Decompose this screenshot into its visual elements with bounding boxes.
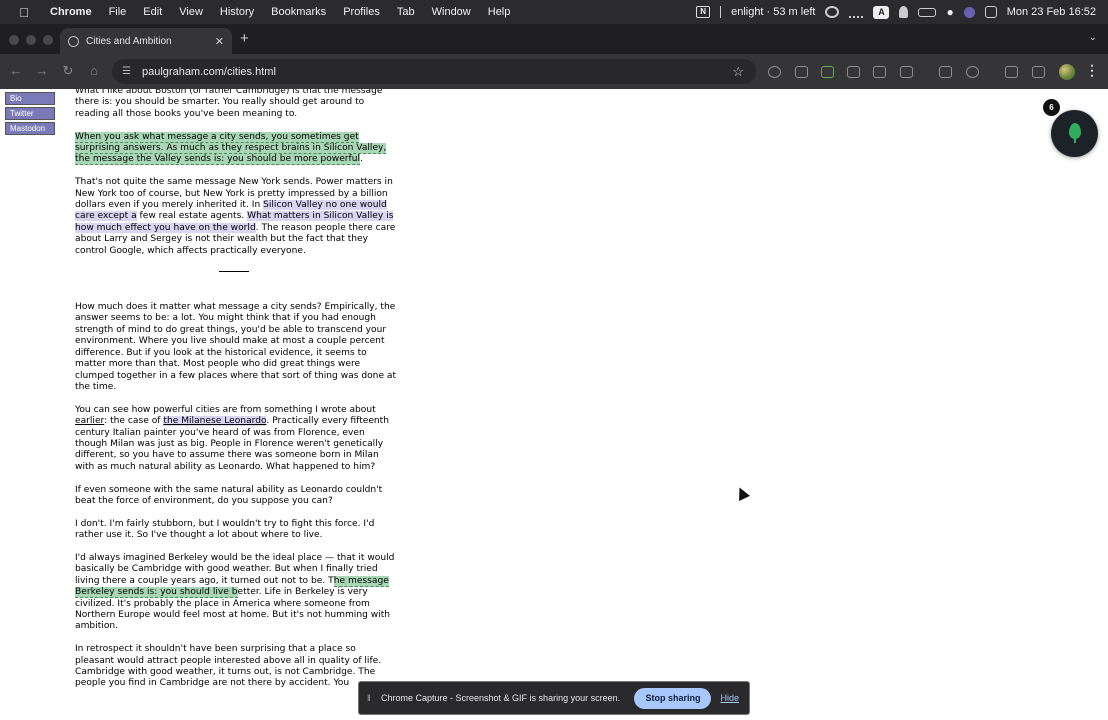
menu-app-chrome[interactable]: Chrome [50,6,92,18]
datetime[interactable]: Mon 23 Feb 16:52 [1007,6,1096,18]
drag-handle-icon[interactable]: ‖ [367,693,373,703]
notification-badge: 6 [1043,99,1060,116]
apple-icon[interactable]:  [16,5,32,20]
user-icon[interactable] [899,6,909,18]
download-icon[interactable] [1005,66,1018,78]
menu-file[interactable]: File [109,6,127,18]
close-window-button[interactable] [9,35,19,45]
menu-bar:  Chrome File Edit View History Bookmark… [0,0,1108,24]
extension-grid-icon[interactable] [795,66,808,78]
address-bar[interactable]: ☰ paulgraham.com/cities.html ☆ [112,59,756,84]
forward-button[interactable]: → [34,63,50,78]
sidebar-link-mastodon[interactable]: Mastodon [5,122,55,135]
tab-title: Cities and Ambition [86,35,172,47]
input-source-icon[interactable]: A [873,5,890,19]
map-pin-icon [1069,123,1081,143]
mouse-cursor-icon [734,485,750,501]
paragraph-text: You can see how powerful cities are from… [75,404,376,415]
menu-history[interactable]: History [220,6,254,18]
site-info-icon[interactable]: ☰ [122,66,134,77]
paragraph: When you ask what message a city sends, … [75,131,397,166]
menu-edit[interactable]: Edit [143,6,162,18]
link-milanese-leonardo[interactable]: the Milanese Leonardo [163,416,267,427]
menu-bookmarks[interactable]: Bookmarks [271,6,326,18]
sidebar-link-twitter[interactable]: Twitter [5,107,55,120]
paragraph: That's not quite the same message New Yo… [75,177,397,257]
tab-search-chevron-icon[interactable]: ⌄ [1089,32,1097,43]
tray-app-icon[interactable] [825,6,840,18]
display-icon[interactable] [849,6,864,18]
extension-capture-icon[interactable] [873,66,886,78]
paragraph: How much does it matter what message a c… [75,302,397,392]
home-button[interactable]: ⌂ [86,63,102,78]
section-divider [219,271,249,273]
article-body: What I like about Boston (or rather Camb… [75,89,397,701]
menu-window[interactable]: Window [432,6,471,18]
more-options-icon[interactable]: ⋮ [1085,62,1099,79]
hide-button[interactable]: Hide [720,693,739,703]
link-earlier[interactable]: earlier [75,416,104,426]
paragraph-text: few real estate agents. [136,211,248,222]
paragraph-text: . [360,154,363,165]
floating-extension-button[interactable] [1051,110,1098,157]
screen-sharing-bar: ‖ Chrome Capture - Screenshot & GIF is s… [358,681,750,715]
paragraph: You can see how powerful cities are from… [75,405,397,473]
sidebar-nav: Bio Twitter Mastodon [5,92,55,137]
status-text[interactable]: enlight · 53 m left [731,6,815,18]
paragraph: I'd always imagined Berkeley would be th… [75,553,397,633]
paragraph: What I like about Boston (or rather Camb… [75,89,383,119]
paragraph-text: : the case of [104,416,164,427]
extension-a-icon[interactable] [821,66,834,78]
battery-icon[interactable] [918,7,937,17]
menu-tab[interactable]: Tab [397,6,415,18]
control-center-icon[interactable] [984,6,997,18]
back-button[interactable]: ← [8,63,24,78]
extension-link-icon[interactable] [1032,66,1045,78]
profile-avatar[interactable] [1059,64,1075,80]
sharing-message: Chrome Capture - Screenshot & GIF is sha… [381,693,621,703]
extensions-puzzle-icon[interactable] [900,66,913,78]
wifi-icon[interactable]: ● [946,5,953,19]
paragraph: I don't. I'm fairly stubborn, but I woul… [75,518,375,541]
sidebar-link-bio[interactable]: Bio [5,92,55,105]
extension-circle-icon[interactable] [768,66,781,78]
zoom-window-button[interactable] [43,35,53,45]
history-icon[interactable] [966,66,979,78]
reload-button[interactable]: ↻ [60,63,76,79]
extension-eraser-icon[interactable] [847,66,860,78]
focus-bar-icon [720,6,722,18]
web-page: Bio Twitter Mastodon What I like about B… [0,89,1108,720]
menu-help[interactable]: Help [488,6,511,18]
url-text[interactable]: paulgraham.com/cities.html [142,66,276,78]
tab-cities-and-ambition[interactable]: Cities and Ambition ✕ [60,28,232,54]
menu-view[interactable]: View [179,6,203,18]
paragraph: In retrospect it shouldn't have been sur… [75,644,382,689]
highlight[interactable]: When you ask what message a city sends, … [75,131,387,166]
close-tab-icon[interactable]: ✕ [215,35,224,48]
minimize-window-button[interactable] [26,35,36,45]
bookmark-star-icon[interactable]: ☆ [732,64,744,80]
globe-icon [68,35,79,47]
menu-profiles[interactable]: Profiles [343,6,380,18]
notion-icon[interactable]: N [696,6,711,18]
browser-toolbar: ← → ↻ ⌂ ☰ paulgraham.com/cities.html ☆ ⋮ [0,54,1108,89]
stop-sharing-button[interactable]: Stop sharing [634,687,712,709]
new-tab-button[interactable]: + [240,30,249,47]
paragraph: If even someone with the same natural ab… [75,484,383,506]
siri-icon[interactable] [963,6,975,18]
tab-strip: Cities and Ambition ✕ + ⌄ [0,24,1108,54]
reading-list-icon[interactable] [939,66,952,78]
